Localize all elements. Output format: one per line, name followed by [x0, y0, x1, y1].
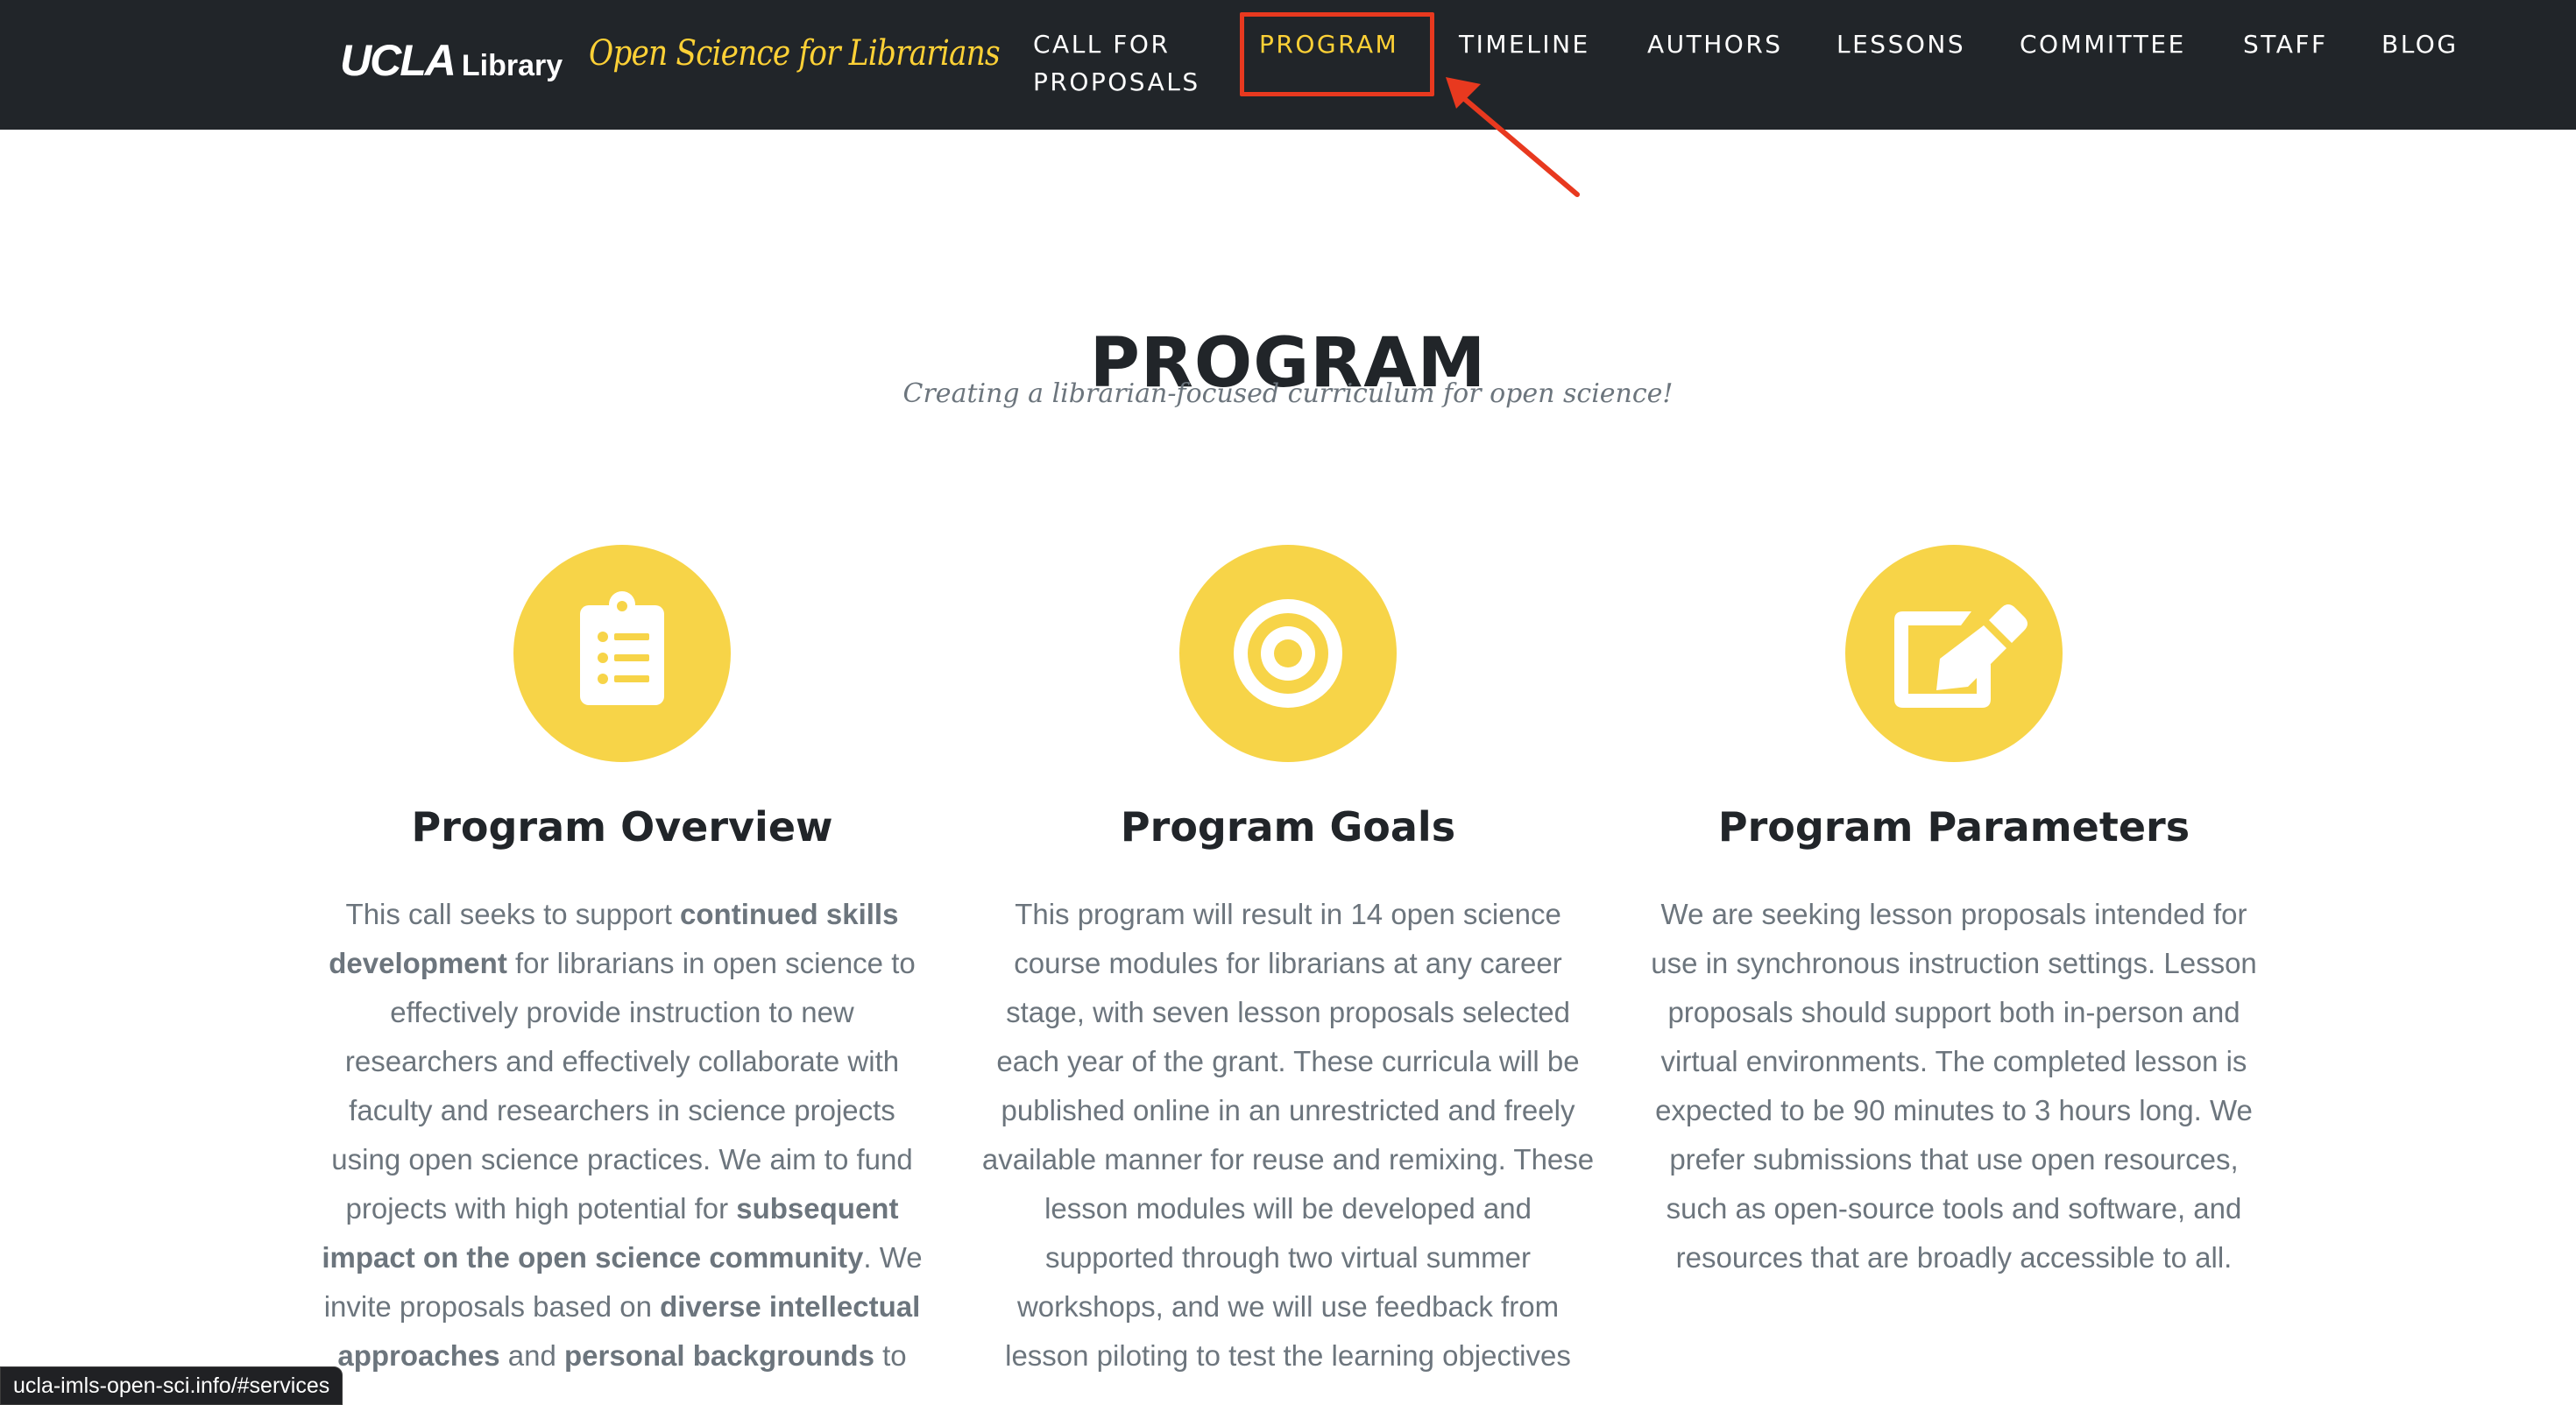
- body-text-line: We are seeking lesson proposals intended…: [1647, 890, 2261, 939]
- nav-label: BLOG: [2381, 30, 2459, 59]
- emphasized-text: personal backgrounds: [564, 1339, 874, 1372]
- body-text: virtual environments. The completed less…: [1660, 1045, 2247, 1077]
- body-text-line: researchers and effectively collaborate …: [315, 1037, 929, 1086]
- body-text: course modules for librarians at any car…: [1014, 947, 1562, 979]
- logo-library: Library: [461, 49, 563, 82]
- annotation-highlight-box: [1240, 12, 1434, 96]
- nav-label-line: PROPOSALS: [1033, 67, 1200, 96]
- body-text: expected to be 90 minutes to 3 hours lon…: [1655, 1094, 2253, 1126]
- body-text-line: This call seeks to support continued ski…: [315, 890, 929, 939]
- emphasized-text: subsequent: [736, 1192, 899, 1225]
- body-text-line: each year of the grant. These curricula …: [981, 1037, 1595, 1086]
- nav-item-staff[interactable]: STAFF: [2243, 25, 2328, 63]
- body-text: published online in an unrestricted and …: [1001, 1094, 1575, 1126]
- body-text: supported through two virtual summer: [1045, 1241, 1531, 1274]
- body-text-line: invite proposals based on diverse intell…: [315, 1282, 929, 1331]
- body-text-line: projects with high potential for subsequ…: [315, 1184, 929, 1233]
- body-text: and: [499, 1339, 565, 1372]
- body-text-line: expected to be 90 minutes to 3 hours lon…: [1647, 1086, 2261, 1135]
- column-heading: Program Goals: [1120, 803, 1456, 851]
- browser-status-bar-url: ucla-imls-open-sci.info/#services: [0, 1366, 343, 1405]
- body-text: using open science practices. We aim to …: [331, 1143, 913, 1176]
- program-overview-column: Program Overview This call seeks to supp…: [315, 545, 929, 1380]
- body-text-line: prefer submissions that use open resourc…: [1647, 1135, 2261, 1184]
- nav-label: STAFF: [2243, 30, 2328, 59]
- body-text: lesson piloting to test the learning obj…: [1005, 1339, 1571, 1372]
- column-heading: Program Overview: [411, 803, 833, 851]
- bullseye-icon: [1179, 545, 1397, 762]
- clipboard-list-icon: [513, 545, 731, 762]
- body-text: faculty and researchers in science proje…: [349, 1094, 895, 1126]
- body-text: This program will result in 14 open scie…: [1015, 898, 1561, 930]
- body-text: prefer submissions that use open resourc…: [1669, 1143, 2239, 1176]
- site-brand[interactable]: Open Science for Librarians: [589, 33, 1001, 74]
- body-text: for librarians in open science to: [506, 947, 916, 979]
- body-text: invite proposals based on: [323, 1290, 661, 1323]
- body-text-line: stage, with seven lesson proposals selec…: [981, 988, 1595, 1037]
- body-text: use in synchronous instruction settings.…: [1651, 947, 2257, 979]
- body-text-line: available manner for reuse and remixing.…: [981, 1135, 1595, 1184]
- body-text-line: course modules for librarians at any car…: [981, 939, 1595, 988]
- body-text-line: approaches and personal backgrounds to: [315, 1331, 929, 1380]
- edit-pencil-icon: [1845, 545, 2063, 762]
- nav-item-lessons[interactable]: LESSONS: [1836, 25, 1965, 63]
- body-text-line: This program will result in 14 open scie…: [981, 890, 1595, 939]
- column-heading: Program Parameters: [1717, 803, 2190, 851]
- body-text: resources that are broadly accessible to…: [1675, 1241, 2233, 1274]
- nav-item-authors[interactable]: AUTHORS: [1647, 25, 1783, 63]
- body-text: projects with high potential for: [345, 1192, 737, 1225]
- body-text-line: supported through two virtual summer: [981, 1233, 1595, 1282]
- nav-item-committee[interactable]: COMMITTEE: [2020, 25, 2186, 63]
- nav-item-blog[interactable]: BLOG: [2381, 25, 2459, 63]
- body-text-line: impact on the open science community. We: [315, 1233, 929, 1282]
- body-text-line: virtual environments. The completed less…: [1647, 1037, 2261, 1086]
- program-parameters-column: Program Parameters We are seeking lesson…: [1647, 545, 2261, 1282]
- section-subheading: Creating a librarian-focused curriculum …: [902, 378, 1674, 409]
- body-text-line: faculty and researchers in science proje…: [315, 1086, 929, 1135]
- body-text: such as open-source tools and software, …: [1666, 1192, 2242, 1225]
- body-text-line: resources that are broadly accessible to…: [1647, 1233, 2261, 1282]
- body-text: researchers and effectively collaborate …: [344, 1045, 900, 1077]
- body-text: stage, with seven lesson proposals selec…: [1006, 996, 1570, 1028]
- body-text-line: effectively provide instruction to new: [315, 988, 929, 1037]
- ucla-library-logo[interactable]: UCLA Library: [340, 35, 563, 86]
- body-text-line: such as open-source tools and software, …: [1647, 1184, 2261, 1233]
- nav-label: COMMITTEE: [2020, 30, 2186, 59]
- body-text: This call seeks to support: [345, 898, 681, 930]
- nav-item-call-for-proposals[interactable]: CALL FOR PROPOSALS: [1033, 25, 1200, 101]
- body-text-line: lesson piloting to test the learning obj…: [981, 1331, 1595, 1380]
- body-text: workshops, and we will use feedback from: [1016, 1290, 1560, 1323]
- body-text: We are seeking lesson proposals intended…: [1660, 898, 2247, 930]
- body-text-line: workshops, and we will use feedback from: [981, 1282, 1595, 1331]
- nav-label: LESSONS: [1836, 30, 1966, 59]
- body-text: available manner for reuse and remixing.…: [981, 1143, 1595, 1176]
- emphasized-text: diverse intellectual: [660, 1290, 921, 1323]
- body-text: effectively provide instruction to new: [390, 996, 854, 1028]
- body-text-line: lesson modules will be developed and: [981, 1184, 1595, 1233]
- body-text: lesson modules will be developed and: [1044, 1192, 1532, 1225]
- emphasized-text: continued skills: [680, 898, 899, 930]
- column-body: We are seeking lesson proposals intended…: [1647, 890, 2261, 1282]
- column-body: This call seeks to support continued ski…: [315, 890, 929, 1380]
- nav-label: AUTHORS: [1647, 30, 1783, 59]
- body-text-line: published online in an unrestricted and …: [981, 1086, 1595, 1135]
- emphasized-text: development: [329, 947, 507, 979]
- emphasized-text: impact on the open science community: [322, 1241, 864, 1274]
- body-text: . We: [863, 1241, 923, 1274]
- emphasized-text: approaches: [337, 1339, 500, 1372]
- body-text-line: proposals should support both in-person …: [1647, 988, 2261, 1037]
- body-text: to: [874, 1339, 907, 1372]
- body-text-line: use in synchronous instruction settings.…: [1647, 939, 2261, 988]
- nav-item-timeline[interactable]: TIMELINE: [1459, 25, 1590, 63]
- nav-label-line: CALL FOR: [1033, 30, 1171, 59]
- nav-label: TIMELINE: [1459, 30, 1590, 59]
- logo-ucla: UCLA: [340, 36, 456, 85]
- body-text-line: using open science practices. We aim to …: [315, 1135, 929, 1184]
- program-goals-column: Program Goals This program will result i…: [981, 545, 1595, 1380]
- column-body: This program will result in 14 open scie…: [981, 890, 1595, 1380]
- body-text: proposals should support both in-person …: [1667, 996, 2240, 1028]
- body-text: each year of the grant. These curricula …: [996, 1045, 1580, 1077]
- body-text-line: development for librarians in open scien…: [315, 939, 929, 988]
